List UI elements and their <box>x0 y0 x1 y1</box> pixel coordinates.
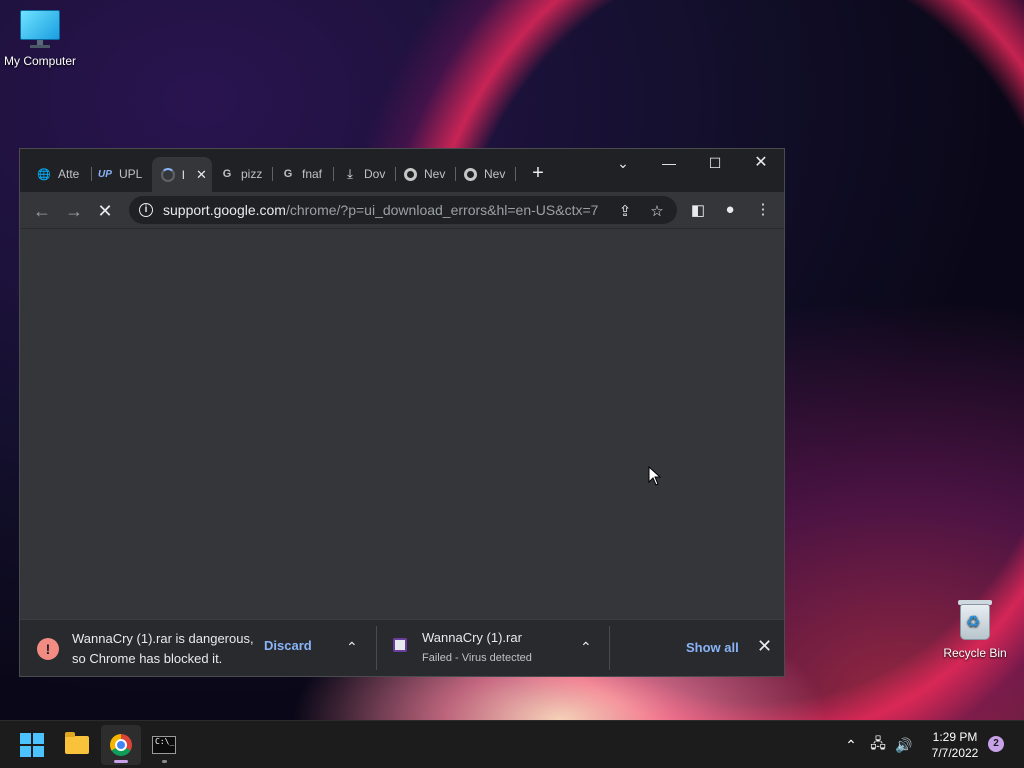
notification-badge[interactable]: 2 <box>988 736 1004 752</box>
terminal-taskbar-button[interactable]: C:\_ <box>144 725 184 765</box>
share-icon[interactable]: ⇪ <box>615 202 635 220</box>
tab-label: Atte <box>58 167 80 181</box>
rar-file-icon <box>393 638 407 652</box>
loading-spinner-icon <box>160 167 176 183</box>
chevron-up-icon[interactable]: ⌃ <box>346 639 358 656</box>
stop-loading-icon[interactable]: ✕ <box>92 198 118 224</box>
show-hidden-icons-chevron-icon[interactable]: ⌃ <box>840 721 862 768</box>
tab-4[interactable]: G pizz <box>219 161 273 187</box>
download-icon: ⤓ <box>347 166 353 181</box>
google-icon: G <box>283 168 293 180</box>
minimize-icon[interactable]: — <box>649 149 689 179</box>
clock-time: 1:29 PM <box>932 730 978 744</box>
volume-icon[interactable]: 🔊 <box>892 721 916 768</box>
new-tab-plus-icon[interactable]: + <box>527 163 549 185</box>
tab-label: l <box>182 167 185 182</box>
download-item-status: Failed - Virus detected <box>422 652 532 664</box>
browser-toolbar: ← → ✕ i support.google.com/chrome/?p=ui_… <box>20 192 784 229</box>
desktop-icon-label: My Computer <box>3 54 77 68</box>
profile-icon[interactable]: ● <box>720 201 740 218</box>
active-app-indicator <box>114 760 128 763</box>
tab-8[interactable]: Nev <box>462 161 516 187</box>
warning-icon: ! <box>37 638 59 660</box>
chrome-window: 🌐 Atte UP UPL l ✕ G pizz G fnaf ⤓ Dov Ne… <box>19 148 785 677</box>
side-panel-icon[interactable]: ◧ <box>688 201 708 219</box>
desktop-icon-label: Recycle Bin <box>943 646 1007 660</box>
desktop-icon-my-computer[interactable]: My Computer <box>0 10 80 68</box>
download-shelf: ! WannaCry (1).rar is dangerous, so Chro… <box>20 619 784 676</box>
start-button[interactable] <box>12 725 52 765</box>
running-app-indicator <box>162 760 167 763</box>
tab-label: Dov <box>364 167 386 181</box>
forward-arrow-icon[interactable]: → <box>61 198 87 224</box>
tab-label: Nev <box>424 167 446 181</box>
globe-icon: 🌐 <box>37 168 51 181</box>
tab-label: UPL <box>119 167 143 181</box>
blocked-download-message: WannaCry (1).rar is dangerous, so Chrome… <box>72 629 254 669</box>
close-window-icon[interactable]: ✕ <box>741 149 781 179</box>
clock-date: 7/7/2022 <box>931 746 979 760</box>
monitor-icon <box>18 10 62 50</box>
chrome-icon <box>402 166 418 182</box>
tab-1[interactable]: 🌐 Atte <box>36 161 92 187</box>
tab-label: Nev <box>484 167 506 181</box>
blocked-message-line1: WannaCry (1).rar is dangerous, <box>72 631 254 646</box>
google-icon: G <box>222 168 232 180</box>
address-path: /chrome/?p=ui_download_errors&hl=en-US&c… <box>285 202 599 218</box>
taskbar: C:\_ ⌃ 🖧 🔊 1:29 PM 7/7/2022 2 <box>0 720 1024 768</box>
page-content <box>20 229 784 619</box>
tab-label: fnaf <box>302 167 323 181</box>
address-host: support.google.com <box>163 202 286 218</box>
tab-strip: 🌐 Atte UP UPL l ✕ G pizz G fnaf ⤓ Dov Ne… <box>20 149 784 192</box>
recycle-bin-icon: ♻ <box>957 598 993 642</box>
mouse-cursor-icon <box>648 466 662 486</box>
chevron-up-icon[interactable]: ⌃ <box>580 639 592 656</box>
show-all-button[interactable]: Show all <box>686 640 739 655</box>
up-logo-icon: UP <box>98 168 112 180</box>
tab-6[interactable]: ⤓ Dov <box>342 161 396 187</box>
folder-icon <box>65 732 89 754</box>
tab-search-chevron-icon[interactable]: ⌄ <box>603 149 643 179</box>
download-item-name[interactable]: WannaCry (1).rar <box>422 628 522 648</box>
tab-close-icon[interactable]: ✕ <box>196 167 207 183</box>
tab-7[interactable]: Nev <box>402 161 456 187</box>
network-icon[interactable]: 🖧 <box>866 721 890 768</box>
tab-5[interactable]: G fnaf <box>280 161 334 187</box>
discard-button[interactable]: Discard <box>264 638 312 653</box>
terminal-icon: C:\_ <box>152 736 176 754</box>
site-info-icon[interactable]: i <box>139 203 153 217</box>
menu-dots-icon[interactable]: ⋮ <box>753 200 773 218</box>
chrome-icon <box>110 734 132 756</box>
blocked-message-line2: so Chrome has blocked it. <box>72 651 223 666</box>
windows-logo-icon <box>20 733 44 757</box>
file-explorer-button[interactable] <box>57 725 97 765</box>
tab-3-active[interactable]: l ✕ <box>152 157 212 192</box>
chrome-taskbar-button[interactable] <box>101 725 141 765</box>
clock[interactable]: 1:29 PM 7/7/2022 <box>922 729 988 761</box>
chrome-icon <box>462 166 478 182</box>
tab-label: pizz <box>241 167 263 181</box>
close-shelf-icon[interactable]: ✕ <box>757 636 772 657</box>
desktop-icon-recycle-bin[interactable]: ♻ Recycle Bin <box>935 598 1015 660</box>
maximize-icon[interactable]: ☐ <box>695 149 735 179</box>
tab-2[interactable]: UP UPL <box>97 161 149 187</box>
bookmark-star-icon[interactable]: ☆ <box>647 202 667 220</box>
back-arrow-icon[interactable]: ← <box>29 198 55 224</box>
address-bar[interactable]: i support.google.com/chrome/?p=ui_downlo… <box>129 196 677 224</box>
address-url: support.google.com/chrome/?p=ui_download… <box>163 202 598 218</box>
